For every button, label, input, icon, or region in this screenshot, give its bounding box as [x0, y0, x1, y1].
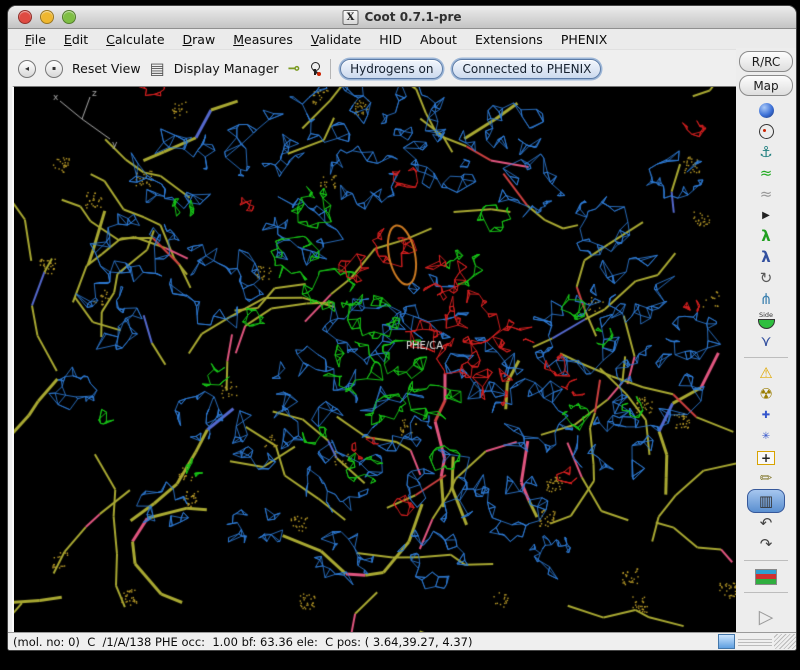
auto-fit-rotamer-glyph: λ: [761, 229, 771, 244]
menu-file[interactable]: File: [16, 31, 55, 48]
traffic-lights: [18, 10, 76, 24]
menu-about[interactable]: About: [411, 31, 466, 48]
radiation-refine-icon[interactable]: ☢: [753, 384, 779, 405]
add-atom-icon[interactable]: ✚: [753, 405, 779, 426]
fix-atoms-anchor-icon[interactable]: ⚓: [753, 142, 779, 163]
expander-arrow-glyph: ▶: [762, 211, 770, 221]
rigid-body-fit-icon[interactable]: ≈: [753, 163, 779, 184]
phenix-connection-button[interactable]: Connected to PHENIX: [452, 59, 601, 79]
paintbrush-icon[interactable]: ✏: [753, 468, 779, 489]
model-toolbar: ⚓ ≈ ≈ ▶ λλ ↻ ⋔ Side ⋎ ⚠ ☢ ✚ ✳ + ✏ ▥ ↶ ↷ ▷: [736, 100, 796, 632]
menu-hid[interactable]: HID: [370, 31, 411, 48]
flip-sidechain-icon[interactable]: Side: [753, 310, 779, 331]
back-arrow-icon: ◂: [25, 65, 29, 73]
toolbar: ◂ ▪ Reset View ▤ Display Manager ⊸ Hydro…: [8, 50, 796, 87]
warning-triangle-glyph: ⚠: [759, 366, 772, 381]
menu-calculate[interactable]: Calculate: [97, 31, 173, 48]
toolbar-separator: [744, 560, 788, 561]
expander-arrow-icon[interactable]: ▶: [753, 205, 779, 226]
scrollbar-track[interactable]: [738, 637, 772, 647]
minimize-button[interactable]: [40, 10, 54, 24]
window-title: Coot 0.7.1-pre: [364, 10, 461, 24]
side-glyph: Side: [758, 312, 775, 329]
zoom-button[interactable]: [62, 10, 76, 24]
flag-glyph: [755, 569, 777, 585]
coot-window: X Coot 0.7.1-pre FileEditCalculateDrawMe…: [8, 6, 796, 650]
recentre-view-button[interactable]: ▪: [45, 60, 63, 78]
auto-fit-rotamer-icon[interactable]: λ: [753, 226, 779, 247]
paintbrush-glyph: ✏: [760, 471, 773, 486]
hydrogens-toggle-button[interactable]: Hydrogens on: [340, 59, 443, 79]
menu-phenix[interactable]: PHENIX: [552, 31, 616, 48]
resize-grip[interactable]: [774, 634, 796, 649]
map-button[interactable]: Map: [739, 75, 793, 96]
delete-item-glyph: ▥: [759, 494, 773, 509]
toolbar-separator: [330, 59, 331, 79]
add-atom-glyph: ✚: [762, 411, 770, 421]
title-bar[interactable]: X Coot 0.7.1-pre: [8, 6, 796, 29]
x11-app-icon: X: [342, 10, 358, 25]
rot-trans-zone-glyph: ≈: [760, 187, 773, 202]
redo-glyph: ↷: [760, 537, 773, 552]
circle-glyph: [759, 124, 774, 139]
arrow-ball-icon[interactable]: ⊸: [288, 61, 301, 76]
rotamers-glyph: λ: [761, 250, 771, 265]
boxed-plus-glyph: +: [757, 451, 775, 465]
rotamers-icon[interactable]: λ: [753, 247, 779, 268]
oxygen-dot: [317, 72, 321, 76]
fix-atoms-anchor-glyph: ⚓: [759, 145, 772, 160]
display-manager-icon[interactable]: ▤: [150, 61, 165, 77]
target-icon: ▪: [52, 66, 56, 72]
add-alt-conf-icon[interactable]: ✳: [753, 426, 779, 447]
sphere-glyph: [759, 103, 774, 118]
close-button[interactable]: [18, 10, 32, 24]
scene-canvas[interactable]: [14, 87, 736, 632]
rotate-fragment-icon[interactable]: ⋎: [753, 331, 779, 352]
reset-view-button[interactable]: Reset View: [72, 61, 141, 76]
undo-glyph: ↶: [760, 516, 773, 531]
right-panel: R/RC Map ⚓ ≈ ≈ ▶ λλ ↻ ⋔ Side ⋎ ⚠ ☢ ✚ ✳ + ✏ ▥ ↶ ↷ ▷: [736, 48, 796, 632]
view-sphere-icon[interactable]: [753, 100, 779, 121]
rotate-fragment-glyph: ⋎: [761, 334, 772, 349]
toolbar-separator: [744, 357, 788, 358]
recentre-icon[interactable]: [753, 121, 779, 142]
status-bar: (mol. no: 0) C /1/A/138 PHE occ: 1.00 bf…: [8, 632, 796, 650]
display-manager-button[interactable]: Display Manager: [174, 61, 279, 76]
warning-triangle-icon[interactable]: ⚠: [753, 363, 779, 384]
delete-item-icon[interactable]: ▥: [747, 489, 785, 513]
ligand-builder-icon[interactable]: [309, 62, 321, 76]
run-script-icon[interactable]: ▷: [753, 607, 779, 628]
status-text: (mol. no: 0) C /1/A/138 PHE occ: 1.00 bf…: [13, 635, 718, 649]
menu-edit[interactable]: Edit: [55, 31, 97, 48]
torsion-general-glyph: ⋔: [760, 292, 773, 307]
edit-chi-angles-icon[interactable]: ↻: [753, 268, 779, 289]
graphics-viewport[interactable]: [12, 86, 736, 632]
undo-icon[interactable]: ↶: [753, 513, 779, 534]
back-view-button[interactable]: ◂: [18, 60, 36, 78]
add-alt-conf-glyph: ✳: [762, 432, 770, 442]
menu-measures[interactable]: Measures: [224, 31, 302, 48]
menu-draw[interactable]: Draw: [174, 31, 225, 48]
menu-validate[interactable]: Validate: [302, 31, 370, 48]
rot-trans-zone-icon[interactable]: ≈: [753, 184, 779, 205]
radiation-refine-glyph: ☢: [759, 387, 772, 402]
rigid-body-fit-glyph: ≈: [760, 166, 773, 181]
menu-extensions[interactable]: Extensions: [466, 31, 552, 48]
toolbar-separator: [744, 592, 788, 593]
menu-bar: FileEditCalculateDrawMeasuresValidateHID…: [8, 29, 796, 50]
title-area: X Coot 0.7.1-pre: [342, 10, 461, 25]
edit-chi-angles-glyph: ↻: [760, 271, 773, 286]
flag-icon[interactable]: [753, 566, 779, 587]
redo-icon[interactable]: ↷: [753, 534, 779, 555]
scrollbar-thumb[interactable]: [718, 634, 735, 649]
torsion-general-icon[interactable]: ⋔: [753, 289, 779, 310]
rrc-button[interactable]: R/RC: [739, 51, 793, 72]
add-residue-icon[interactable]: +: [753, 447, 779, 468]
